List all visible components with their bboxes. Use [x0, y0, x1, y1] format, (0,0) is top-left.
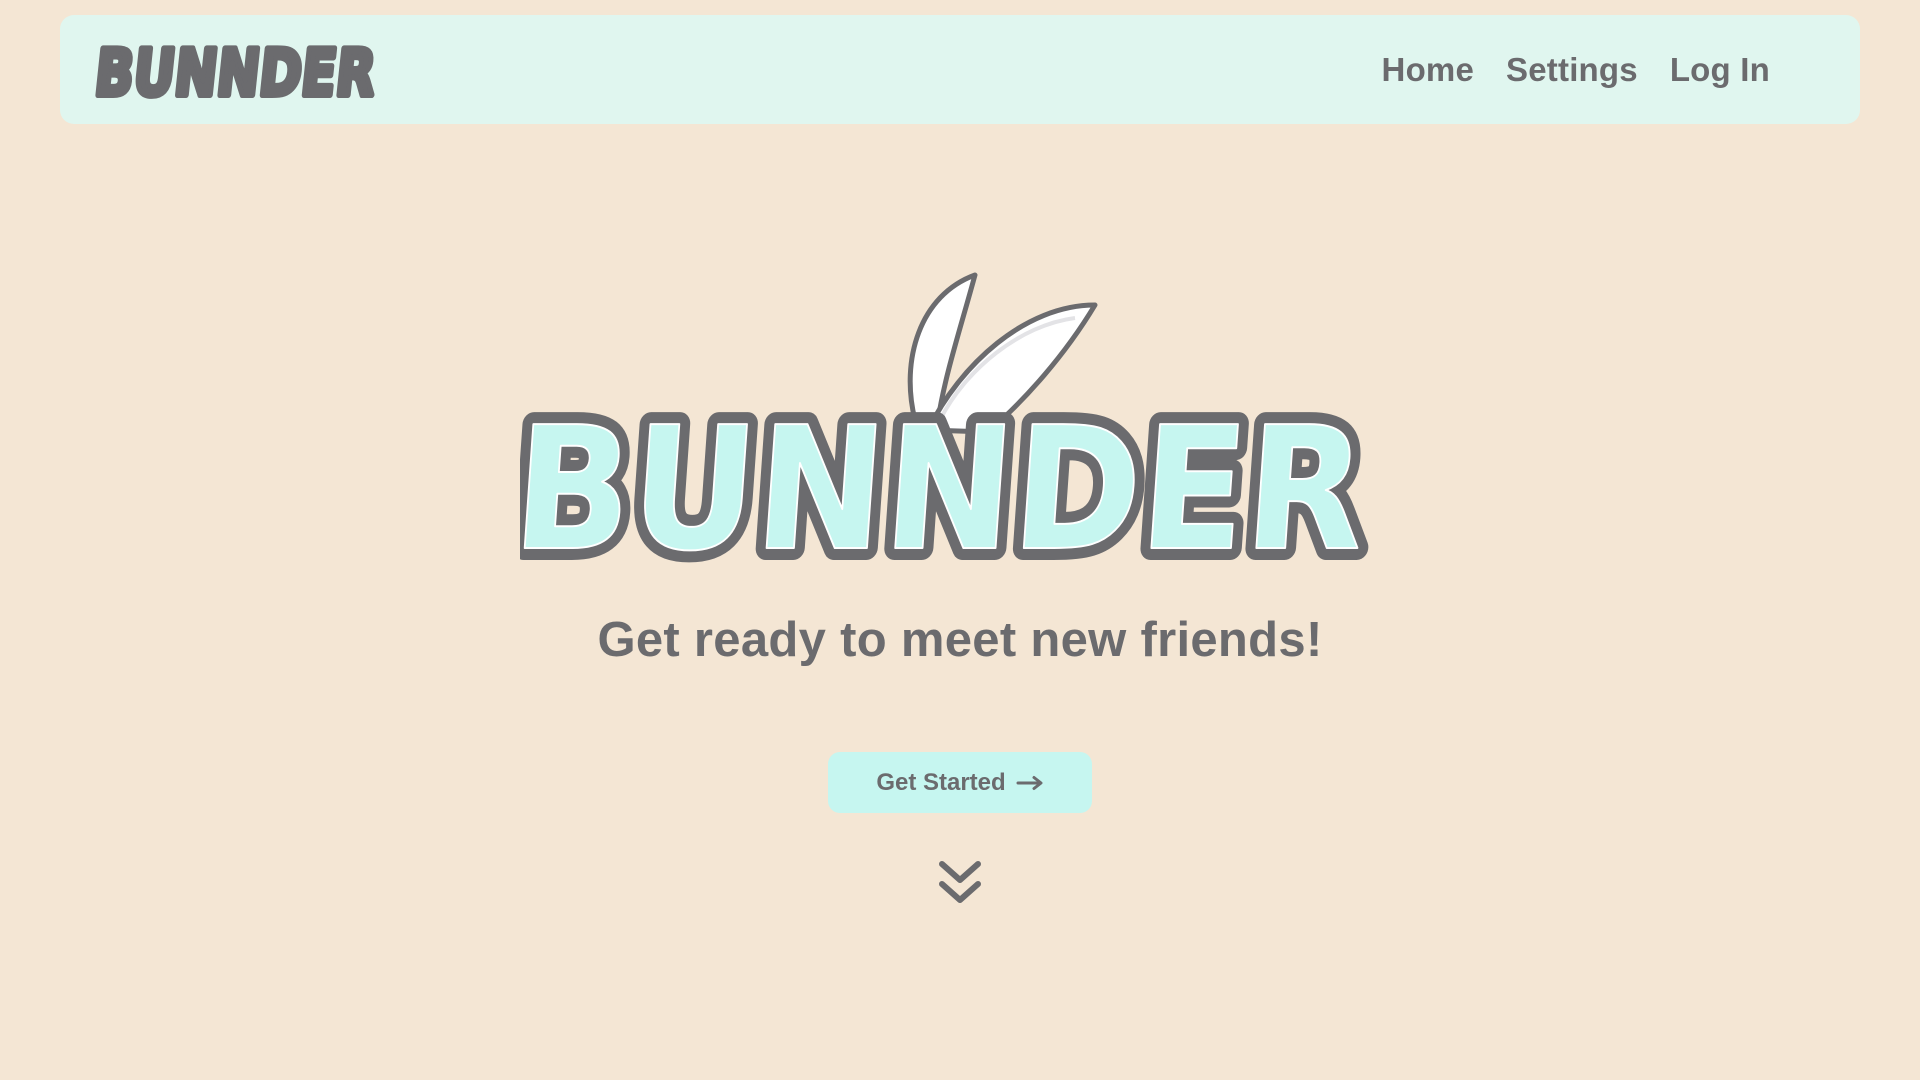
arrow-right-icon: [1016, 775, 1043, 790]
hero-tagline: Get ready to meet new friends!: [597, 613, 1323, 667]
brand-logo[interactable]: BUNNDER: [94, 29, 394, 109]
nav-settings-link[interactable]: Settings: [1506, 51, 1638, 89]
hero-logo-fill: BUNNDER: [520, 391, 1372, 570]
brand-logo-text: BUNNDER: [94, 36, 379, 109]
get-started-label: Get Started: [876, 768, 1006, 796]
nav-home-link[interactable]: Home: [1382, 51, 1475, 89]
get-started-button[interactable]: Get Started: [828, 752, 1092, 813]
nav-links: Home Settings Log In: [1382, 15, 1770, 124]
hero-logo: BUNNDER BUNNDER: [520, 272, 1384, 570]
nav-login-link[interactable]: Log In: [1670, 51, 1770, 89]
double-chevron-down-icon[interactable]: [936, 858, 984, 908]
navbar: BUNNDER Home Settings Log In: [60, 15, 1860, 124]
